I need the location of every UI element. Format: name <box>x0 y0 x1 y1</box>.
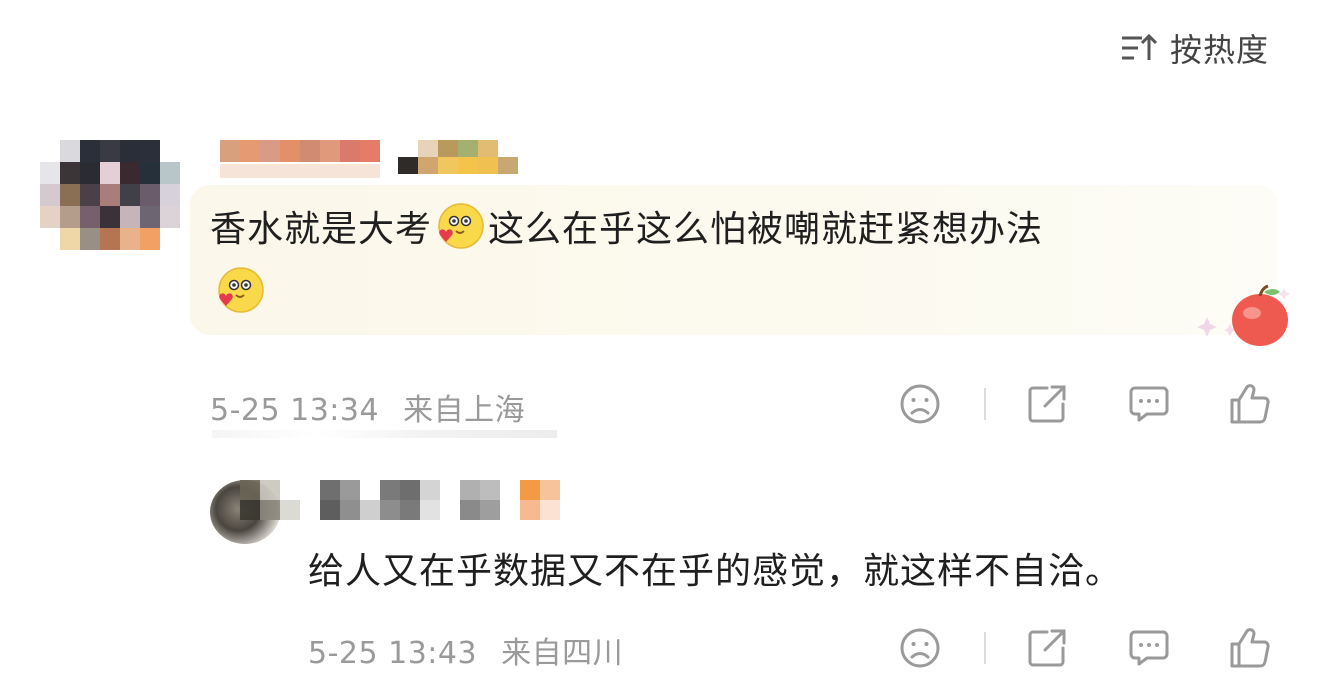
comment-username[interactable] <box>220 140 380 162</box>
reply-avatar-pixels <box>240 480 300 520</box>
dislike-icon <box>900 628 940 668</box>
heart-smile-emoji-icon <box>214 265 266 317</box>
like-icon <box>1230 384 1270 424</box>
comment-location: 来自上海 <box>403 393 526 428</box>
reply-actions-divider <box>984 632 986 664</box>
comment-icon <box>1129 630 1169 666</box>
reply-meta: 5-25 13:43 来自四川 <box>308 628 623 672</box>
comment-button[interactable] <box>1127 382 1171 426</box>
apple-sticker-icon <box>1197 284 1290 346</box>
dislike-button[interactable] <box>898 382 942 426</box>
comment-meta: 5-25 13:34 来自上海 <box>210 385 525 429</box>
share-button[interactable] <box>1025 382 1069 426</box>
reply-username[interactable] <box>320 480 560 520</box>
comment-badge <box>398 140 518 174</box>
comment-text-part1: 香水就是大考 <box>210 209 433 250</box>
comment-date: 5-25 13:34 <box>210 393 380 428</box>
heart-smile-emoji-icon <box>434 201 486 253</box>
comment-icon <box>1129 386 1169 422</box>
actions-divider <box>984 388 986 420</box>
reply-like-button[interactable] <box>1228 626 1272 670</box>
share-icon <box>1028 629 1066 667</box>
dislike-icon <box>900 384 940 424</box>
sort-by-heat-button[interactable]: 按热度 <box>1118 28 1270 69</box>
comment-username-underline <box>220 164 380 178</box>
reply-dislike-button[interactable] <box>898 626 942 670</box>
share-icon <box>1028 385 1066 423</box>
reply-comment-button[interactable] <box>1127 626 1171 670</box>
reply-text: 给人又在乎数据又不在乎的感觉，就这样不自洽。 <box>308 551 1123 592</box>
comment-avatar[interactable] <box>40 140 180 252</box>
comment-meta-blur <box>212 430 557 438</box>
sort-label: 按热度 <box>1170 31 1270 69</box>
reply-share-button[interactable] <box>1025 626 1069 670</box>
comment-text-part2: 这么在乎这么怕被嘲就赶紧想办法 <box>488 209 1044 250</box>
sort-icon <box>1122 33 1158 60</box>
like-button[interactable] <box>1228 382 1272 426</box>
comment-text: 香水就是大考 这么在乎这么怕被嘲就赶紧想办法 <box>210 198 1260 326</box>
like-icon <box>1230 628 1270 668</box>
